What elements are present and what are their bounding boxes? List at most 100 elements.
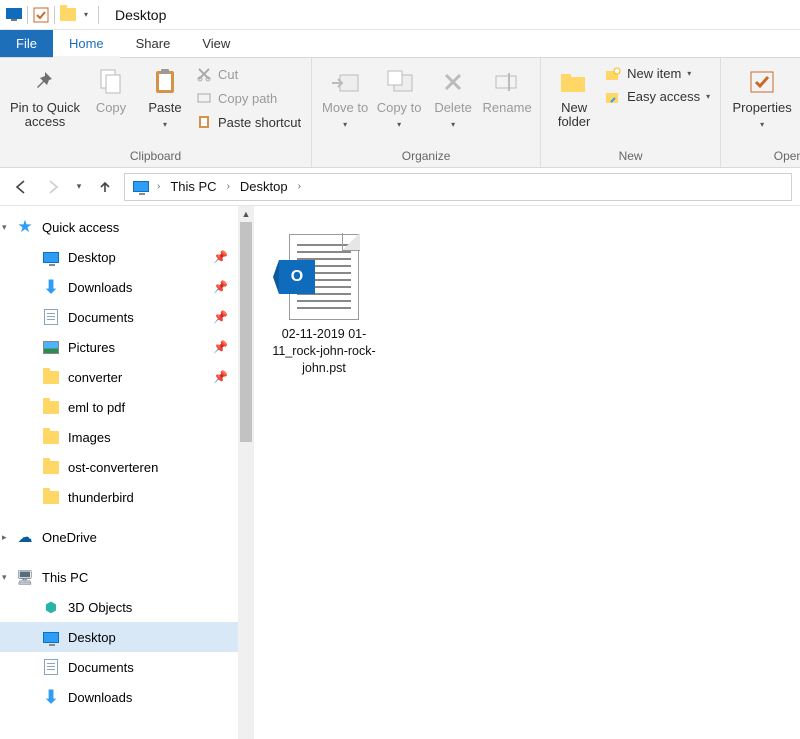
collapse-icon[interactable]: ▾ [2,222,14,233]
divider [54,6,55,24]
nav-scrollbar[interactable]: ▲ [238,206,254,739]
address-bar[interactable]: › This PC › Desktop › [124,173,792,201]
download-icon: ⬇ [42,688,60,706]
document-icon [42,658,60,676]
group-organize-label: Organize [318,148,534,165]
tree-downloads-pc[interactable]: ⬇Downloads [0,682,238,712]
folder-icon [42,458,60,476]
divider [27,6,28,24]
tree-onedrive[interactable]: ▸☁OneDrive [0,522,238,552]
tab-view[interactable]: View [186,30,246,57]
monitor-icon [42,248,60,266]
chevron-right-icon[interactable]: › [225,181,232,192]
group-new: New folder New item▾ Easy access▾ New [541,58,721,167]
group-new-label: New [547,148,714,165]
paste-label: Paste [148,101,181,115]
scroll-thumb[interactable] [240,222,252,442]
tree-ost-converteren[interactable]: ost-converteren [0,452,238,482]
qat-properties-icon[interactable] [31,5,51,25]
chevron-down-icon: ▾ [343,118,347,132]
back-button[interactable] [8,174,34,200]
group-clipboard-label: Clipboard [6,148,305,165]
file-list[interactable]: O 02-11-2019 01-11_rock-john-rock-john.p… [254,206,800,739]
tree-converter[interactable]: converter📌 [0,362,238,392]
group-clipboard: Pin to Quick access Copy Paste ▾ Cut Cop… [0,58,312,167]
chevron-down-icon: ▾ [451,118,455,132]
copy-path-button[interactable]: Copy path [192,88,305,108]
pinned-icon: 📌 [213,280,228,294]
star-icon: ★ [16,218,34,236]
easy-access-button[interactable]: Easy access▾ [601,87,714,106]
move-to-button[interactable]: Move to▾ [318,62,372,132]
outlook-pst-icon: O [289,234,359,320]
chevron-right-icon[interactable]: › [155,181,162,192]
copy-icon [95,66,127,98]
tab-file[interactable]: File [0,30,53,57]
cut-button[interactable]: Cut [192,64,305,84]
tree-pictures[interactable]: Pictures📌 [0,332,238,362]
up-button[interactable] [92,174,118,200]
move-to-icon [329,66,361,98]
properties-button[interactable]: Properties▾ [727,62,797,132]
breadcrumb-this-pc[interactable]: This PC [166,179,220,194]
tree-thunderbird[interactable]: thunderbird [0,482,238,512]
file-name: 02-11-2019 01-11_rock-john-rock-john.pst [268,326,380,377]
scroll-up-icon[interactable]: ▲ [238,206,254,222]
group-open-label: Open [727,148,800,165]
tree-documents-pc[interactable]: Documents [0,652,238,682]
expand-icon[interactable]: ▸ [2,532,14,543]
new-item-button[interactable]: New item▾ [601,64,714,83]
navigation-pane: ▾★Quick access Desktop📌 ⬇Downloads📌 Docu… [0,206,254,739]
tab-share[interactable]: Share [120,30,187,57]
copy-to-button[interactable]: Copy to▾ [372,62,426,132]
copy-button[interactable]: Copy [84,62,138,115]
tree-quick-access[interactable]: ▾★Quick access [0,212,238,242]
pin-icon [29,66,61,98]
tree-downloads[interactable]: ⬇Downloads📌 [0,272,238,302]
qat-dropdown-icon[interactable]: ▾ [79,10,93,19]
tree-eml-to-pdf[interactable]: eml to pdf [0,392,238,422]
tab-home[interactable]: Home [53,30,120,57]
folder-icon [42,428,60,446]
tree-documents[interactable]: Documents📌 [0,302,238,332]
monitor-icon [42,628,60,646]
paste-button[interactable]: Paste ▾ [138,62,192,132]
cube-icon: ⬢ [42,598,60,616]
pin-label: Pin to Quick access [6,101,84,129]
nav-bar: ▾ › This PC › Desktop › [0,168,800,206]
delete-button[interactable]: Delete▾ [426,62,480,132]
tree-desktop[interactable]: Desktop📌 [0,242,238,272]
ribbon-tabs: File Home Share View [0,30,800,58]
pinned-icon: 📌 [213,310,228,324]
properties-icon [746,66,778,98]
pin-to-quick-access-button[interactable]: Pin to Quick access [6,62,84,129]
paste-icon [149,66,181,98]
chevron-right-icon[interactable]: › [296,181,303,192]
tree-images[interactable]: Images [0,422,238,452]
rename-button[interactable]: Rename [480,62,534,115]
copy-label: Copy [96,101,126,115]
collapse-icon[interactable]: ▾ [2,572,14,583]
tree-desktop-pc[interactable]: Desktop [0,622,238,652]
file-item[interactable]: O 02-11-2019 01-11_rock-john-rock-john.p… [264,226,384,385]
window-title: Desktop [115,7,166,23]
new-folder-button[interactable]: New folder [547,62,601,129]
location-monitor-icon [131,177,151,197]
chevron-down-icon: ▾ [163,118,167,132]
rename-icon [491,66,523,98]
download-icon: ⬇ [42,278,60,296]
tree-this-pc[interactable]: ▾🖥This PC [0,562,238,592]
group-open: Properties▾ Open [721,58,800,167]
pc-icon: 🖥 [16,568,34,586]
folder-icon [42,398,60,416]
paste-shortcut-button[interactable]: Paste shortcut [192,112,305,132]
window-system-icon[interactable] [4,5,24,25]
tree-3d-objects[interactable]: ⬢3D Objects [0,592,238,622]
qat-folder-icon[interactable] [58,5,78,25]
pinned-icon: 📌 [213,250,228,264]
title-bar: ▾ Desktop [0,0,800,30]
recent-locations-button[interactable]: ▾ [72,174,86,200]
chevron-down-icon: ▾ [760,118,764,132]
breadcrumb-desktop[interactable]: Desktop [236,179,292,194]
forward-button[interactable] [40,174,66,200]
